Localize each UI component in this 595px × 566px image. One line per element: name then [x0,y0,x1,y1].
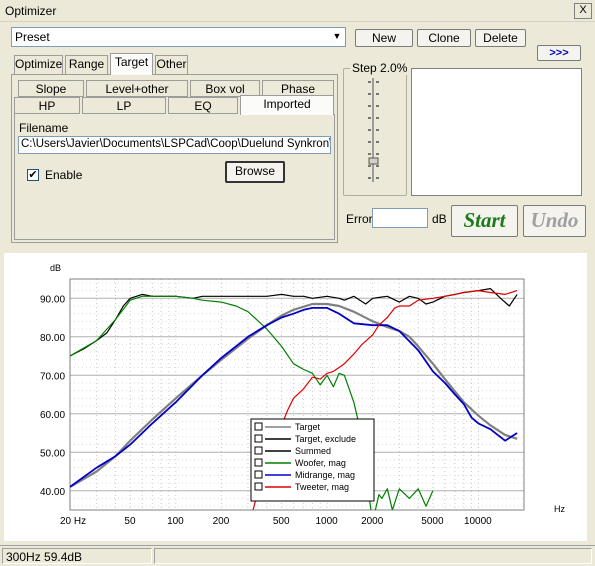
legend-label: Target, exclude [295,434,356,444]
slider-thumb[interactable] [368,157,379,165]
error-field[interactable] [372,208,428,228]
chart-area: dB Hz 90.00 80.00 70.00 60.00 50.00 40.00 20 Hz 5… [4,253,587,541]
enable-checkbox[interactable]: ✔ [27,169,39,181]
y-axis-label: dB [50,263,61,273]
y-tick-label: 40.00 [40,487,65,498]
preset-select[interactable]: Preset ▼ [11,27,346,47]
filename-label: Filename [19,121,69,135]
x-tick-label: 2000 [361,516,384,527]
x-tick-label: 50 [124,516,136,527]
response-chart[interactable]: dB Hz 90.00 80.00 70.00 60.00 50.00 40.00 20 Hz 5… [4,253,587,541]
legend-label: Tweeter, mag [295,482,349,492]
legend-checkbox [254,482,263,491]
legend-label: Target [295,422,321,432]
chevron-down-icon[interactable]: ▼ [330,29,344,44]
status-bar: 300Hz 59.4dB [0,545,595,566]
subtab-imported[interactable]: Imported [240,95,334,115]
title-bar: Optimizer X [0,0,595,22]
step-slider[interactable] [368,76,379,186]
undo-button[interactable]: Undo [523,205,586,237]
legend-label: Summed [295,446,331,456]
error-label: Error [346,212,373,226]
enable-label: Enable [45,168,83,182]
status-readout: 300Hz 59.4dB [2,548,152,564]
x-axis-label: Hz [554,504,565,514]
subtab-slope[interactable]: Slope [18,80,84,97]
status-secondary [154,548,592,564]
filename-field[interactable]: C:\Users\Javier\Documents\LSPCad\Coop\Du… [18,136,331,154]
delete-button[interactable]: Delete [475,29,526,47]
x-tick-label: 10000 [464,516,492,527]
tab-range[interactable]: Range [65,55,108,74]
x-tick-label: 20 Hz [60,516,86,527]
y-tick-label: 50.00 [40,448,65,459]
x-tick-label: 200 [213,516,230,527]
legend-checkbox [254,422,263,431]
close-icon: X [579,4,587,16]
x-tick-label: 500 [273,516,290,527]
browse-button[interactable]: Browse [225,161,285,183]
checkmark-icon: ✔ [28,169,38,181]
chart-legend: Target Target, exclude Summed Woofer, mag Mi… [250,418,375,502]
preset-value: Preset [15,30,50,44]
tab-target[interactable]: Target [110,53,153,75]
subtab-hp[interactable]: HP [14,97,80,114]
legend-label: Woofer, mag [295,458,346,468]
x-tick-label: 5000 [421,516,444,527]
y-tick-label: 80.00 [40,333,65,344]
subtab-lp[interactable]: LP [82,97,166,114]
subtab-level-other[interactable]: Level+other [86,80,188,97]
start-button[interactable]: Start [451,205,518,237]
legend-checkbox [254,470,263,479]
close-button[interactable]: X [574,3,592,19]
clone-button[interactable]: Clone [417,29,471,47]
y-tick-label: 60.00 [40,410,65,421]
x-tick-label: 100 [167,516,184,527]
window-title: Optimizer [5,4,57,18]
expand-button[interactable]: >>> [537,45,581,61]
slider-track [368,78,379,182]
legend-checkbox [254,434,263,443]
y-tick-label: 90.00 [40,294,65,305]
error-unit: dB [432,212,447,226]
step-list[interactable] [411,68,582,196]
subtab-eq[interactable]: EQ [168,97,238,114]
tab-optimize[interactable]: Optimize [14,55,63,74]
legend-checkbox [254,458,263,467]
legend-label: Midrange, mag [295,470,355,480]
tab-other[interactable]: Other [155,55,188,74]
legend-checkbox [254,446,263,455]
step-label: Step 2.0% [350,61,410,75]
new-button[interactable]: New [355,29,413,47]
y-tick-label: 70.00 [40,371,65,382]
x-tick-label: 1000 [316,516,339,527]
